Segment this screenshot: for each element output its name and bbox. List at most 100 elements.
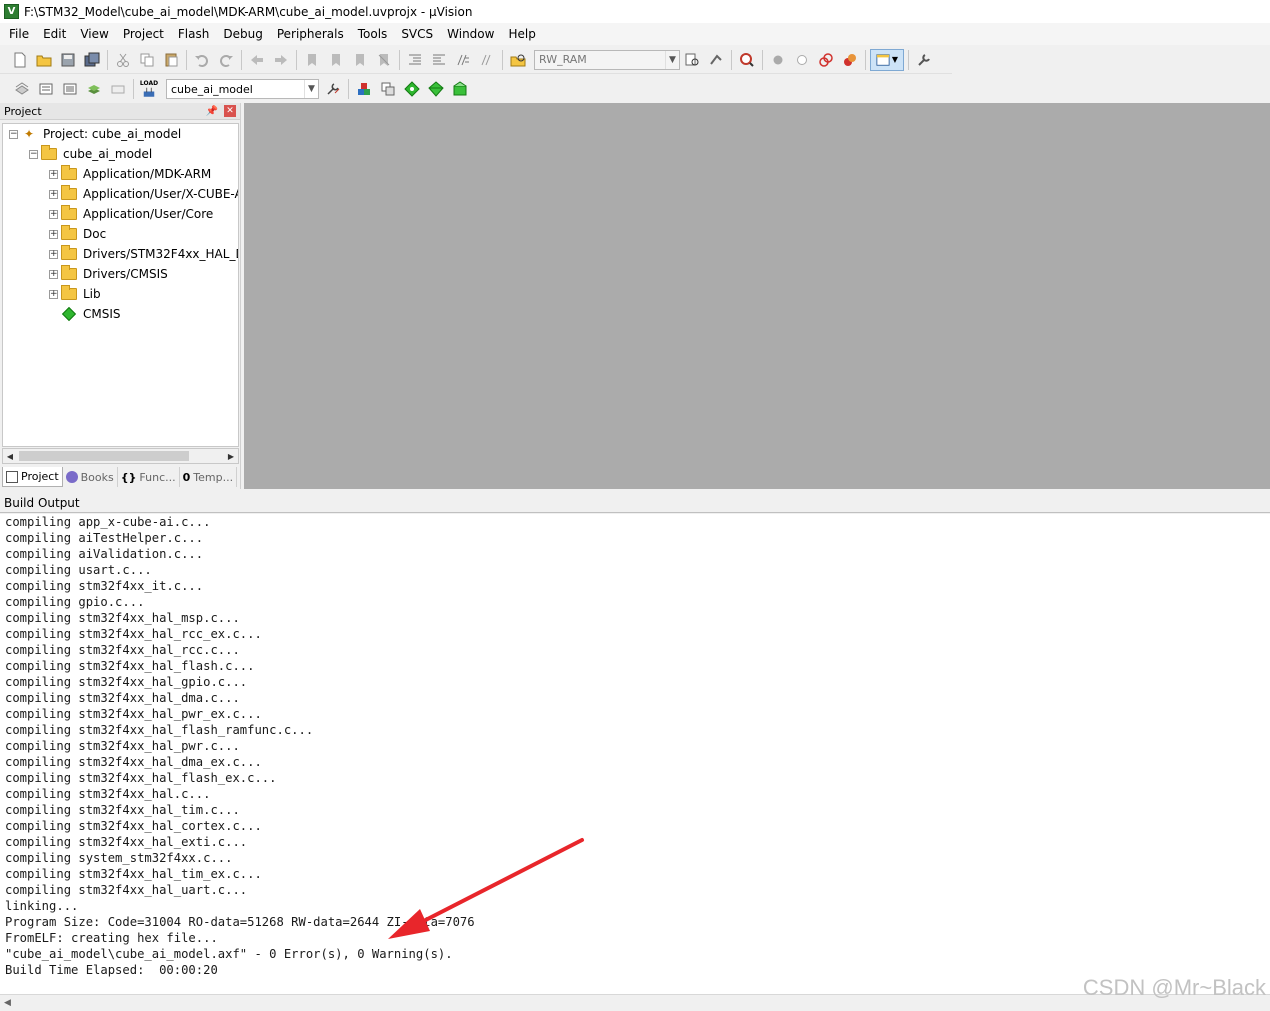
new-file-icon[interactable] <box>9 49 31 71</box>
breakpoint-enable-icon[interactable] <box>791 49 813 71</box>
window-title: F:\STM32_Model\cube_ai_model\MDK-ARM\cub… <box>24 4 473 19</box>
scroll-thumb[interactable] <box>19 451 189 461</box>
memory-select[interactable]: RW_RAM ▼ <box>534 49 680 70</box>
menu-peripherals[interactable]: Peripherals <box>270 24 351 44</box>
open-file-icon[interactable] <box>33 49 55 71</box>
stop-build-icon[interactable] <box>107 78 129 100</box>
menu-window[interactable]: Window <box>440 24 501 44</box>
menu-debug[interactable]: Debug <box>216 24 269 44</box>
redo-icon[interactable] <box>215 49 237 71</box>
tree-group-label: Drivers/CMSIS <box>83 267 168 281</box>
find-icon[interactable] <box>681 49 703 71</box>
unindent-icon[interactable] <box>428 49 450 71</box>
uncomment-icon[interactable] <box>476 49 498 71</box>
expand-icon[interactable]: + <box>49 249 58 259</box>
breakpoint-kill-all-icon[interactable] <box>839 49 861 71</box>
bookmark-clear-icon[interactable] <box>373 49 395 71</box>
log-line: compiling stm32f4xx_it.c... <box>5 579 204 593</box>
menu-file[interactable]: File <box>2 24 36 44</box>
tree-group[interactable]: + Application/User/X-CUBE-AI <box>49 184 238 204</box>
tab-books[interactable]: Books <box>63 467 118 487</box>
navigate-forward-icon[interactable] <box>270 49 292 71</box>
save-icon[interactable] <box>57 49 79 71</box>
editor-area[interactable] <box>244 103 1270 489</box>
tree-target-label: cube_ai_model <box>63 147 153 161</box>
debug-session-icon[interactable] <box>736 49 758 71</box>
bookmark-prev-icon[interactable] <box>325 49 347 71</box>
collapse-icon[interactable]: − <box>29 149 38 159</box>
tree-target[interactable]: − cube_ai_model <box>29 144 152 164</box>
tree-horizontal-scrollbar[interactable]: ◀ ▶ <box>2 448 239 464</box>
scroll-left-icon[interactable]: ◀ <box>4 998 11 1008</box>
tree-group[interactable]: + Drivers/CMSIS <box>49 264 168 284</box>
project-panel-title: Project <box>4 104 42 118</box>
breakpoint-insert-icon[interactable] <box>767 49 789 71</box>
toolbar-separator <box>107 49 108 70</box>
tree-group[interactable]: + Application/User/Core <box>49 204 213 224</box>
tab-project[interactable]: Project <box>2 467 63 487</box>
target-options-icon[interactable] <box>322 78 344 100</box>
menu-tools[interactable]: Tools <box>351 24 395 44</box>
manage-run-time-environment-icon[interactable] <box>401 78 423 100</box>
build-output-text[interactable]: compiling app_x-cube-ai.c... compiling a… <box>0 514 1270 994</box>
expand-icon[interactable]: + <box>49 169 58 179</box>
undo-icon[interactable] <box>191 49 213 71</box>
log-line-build-time: Build Time Elapsed: 00:00:20 <box>5 963 218 977</box>
incremental-find-icon[interactable] <box>705 49 727 71</box>
expand-icon[interactable]: + <box>49 189 58 199</box>
navigate-back-icon[interactable] <box>246 49 268 71</box>
menu-help[interactable]: Help <box>501 24 542 44</box>
indent-icon[interactable] <box>404 49 426 71</box>
bookmark-next-icon[interactable] <box>349 49 371 71</box>
tab-functions[interactable]: {} Func... <box>118 467 180 487</box>
target-select[interactable]: cube_ai_model ▼ <box>166 79 319 99</box>
find-in-files-icon[interactable] <box>507 49 529 71</box>
tree-group[interactable]: + Drivers/STM32F4xx_HAL_Driver <box>49 244 238 264</box>
manage-project-items-icon[interactable] <box>353 78 375 100</box>
bookmark-insert-icon[interactable] <box>301 49 323 71</box>
scroll-right-icon[interactable]: ▶ <box>224 452 238 461</box>
batch-build-icon[interactable] <box>83 78 105 100</box>
cut-icon[interactable] <box>112 49 134 71</box>
collapse-icon[interactable]: − <box>9 129 18 139</box>
pack-installer-icon[interactable] <box>449 78 471 100</box>
menu-view[interactable]: View <box>73 24 115 44</box>
tree-group[interactable]: + Application/MDK-ARM <box>49 164 211 184</box>
copy-icon[interactable] <box>136 49 158 71</box>
close-icon[interactable]: ✕ <box>224 105 236 117</box>
expand-icon[interactable]: + <box>49 229 58 239</box>
paste-icon[interactable] <box>160 49 182 71</box>
braces-icon: {} <box>120 471 137 484</box>
file-extensions-icon[interactable] <box>377 78 399 100</box>
scroll-left-icon[interactable]: ◀ <box>3 452 17 461</box>
download-load-icon[interactable]: LOAD <box>138 78 160 100</box>
build-toolbar: LOAD cube_ai_model ▼ <box>0 75 474 103</box>
rebuild-icon[interactable] <box>59 78 81 100</box>
tree-group-label: Application/User/Core <box>83 207 214 221</box>
menu-edit[interactable]: Edit <box>36 24 73 44</box>
breakpoint-disable-all-icon[interactable] <box>815 49 837 71</box>
configure-wrench-icon[interactable] <box>913 49 935 71</box>
build-output-header: Build Output <box>0 493 1270 513</box>
tab-templates[interactable]: 0 Temp... <box>180 467 238 487</box>
expand-icon[interactable]: + <box>49 269 58 279</box>
log-line: compiling stm32f4xx_hal_tim.c... <box>5 803 240 817</box>
comment-icon[interactable] <box>452 49 474 71</box>
save-all-icon[interactable] <box>81 49 103 71</box>
pin-icon[interactable]: 📌 <box>206 106 218 117</box>
menu-svcs[interactable]: SVCS <box>394 24 440 44</box>
tree-group[interactable]: + Lib <box>49 284 101 304</box>
menu-flash[interactable]: Flash <box>171 24 216 44</box>
tree-component[interactable]: CMSIS <box>61 304 121 324</box>
translate-icon[interactable] <box>11 78 33 100</box>
select-software-packs-icon[interactable] <box>425 78 447 100</box>
output-horizontal-scrollbar[interactable]: ◀ <box>0 994 1270 1011</box>
expand-icon[interactable]: + <box>49 209 58 219</box>
tree-group[interactable]: + Doc <box>49 224 106 244</box>
tree-root[interactable]: − ✦ Project: cube_ai_model <box>9 124 181 144</box>
title-bar: V F:\STM32_Model\cube_ai_model\MDK-ARM\c… <box>0 0 1270 23</box>
build-icon[interactable] <box>35 78 57 100</box>
expand-icon[interactable]: + <box>49 289 58 299</box>
window-layout-icon[interactable]: ▼ <box>870 48 904 71</box>
menu-project[interactable]: Project <box>116 24 171 44</box>
